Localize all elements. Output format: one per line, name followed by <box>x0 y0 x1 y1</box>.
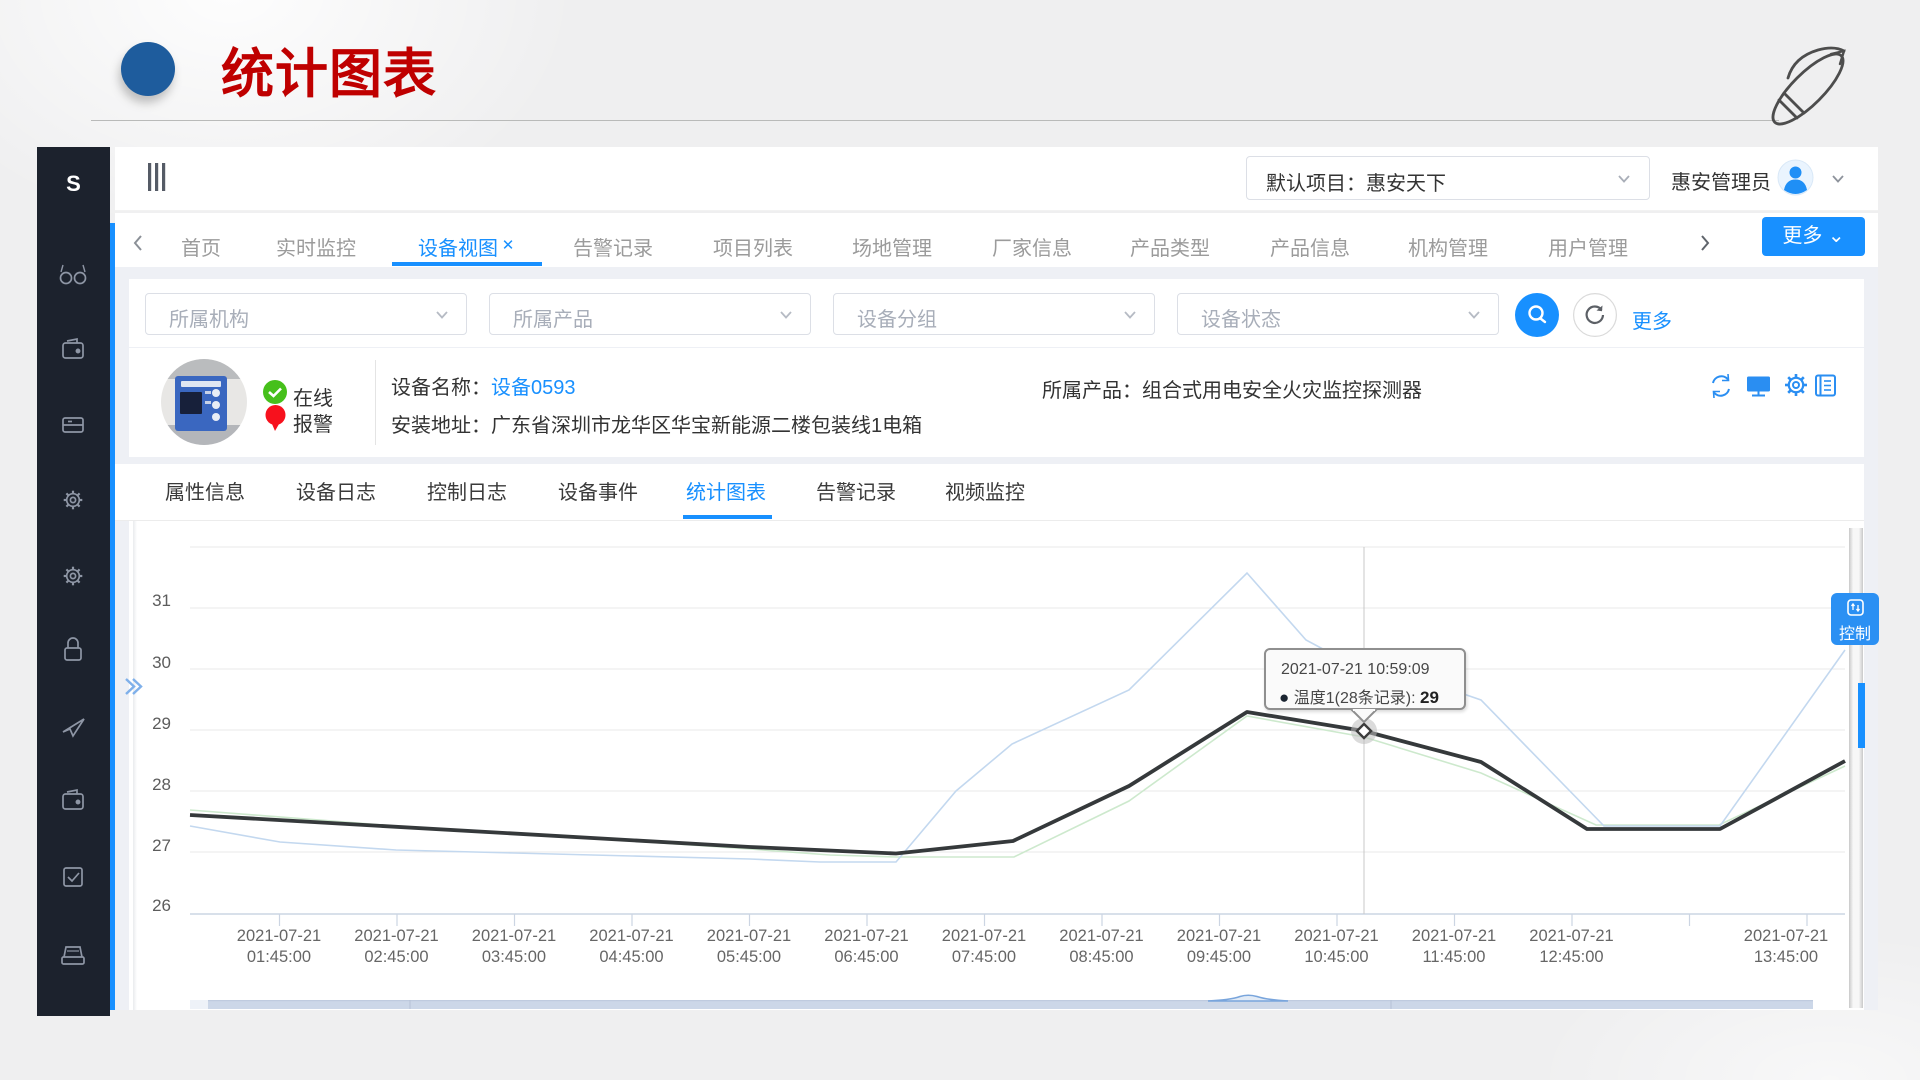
svg-text:2021-07-21: 2021-07-21 <box>1744 927 1828 945</box>
svg-text:28: 28 <box>152 775 171 794</box>
svg-text:2021-07-21: 2021-07-21 <box>589 927 673 945</box>
svg-text:09:45:00: 09:45:00 <box>1187 948 1251 966</box>
svg-text:04:45:00: 04:45:00 <box>599 948 663 966</box>
svg-text:08:45:00: 08:45:00 <box>1069 948 1133 966</box>
svg-text:05:45:00: 05:45:00 <box>717 948 781 966</box>
svg-text:2021-07-21: 2021-07-21 <box>1059 927 1143 945</box>
svg-text:01:45:00: 01:45:00 <box>247 948 311 966</box>
svg-text:12:45:00: 12:45:00 <box>1539 948 1603 966</box>
svg-text:2021-07-21: 2021-07-21 <box>942 927 1026 945</box>
svg-text:10:45:00: 10:45:00 <box>1304 948 1368 966</box>
svg-text:03:45:00: 03:45:00 <box>482 948 546 966</box>
svg-text:06:45:00: 06:45:00 <box>834 948 898 966</box>
svg-text:2021-07-21: 2021-07-21 <box>1177 927 1261 945</box>
svg-text:02:45:00: 02:45:00 <box>364 948 428 966</box>
svg-text:2021-07-21: 2021-07-21 <box>354 927 438 945</box>
svg-text:2021-07-21: 2021-07-21 <box>707 927 791 945</box>
svg-text:29: 29 <box>152 714 171 733</box>
svg-text:2021-07-21: 2021-07-21 <box>472 927 556 945</box>
svg-text:26: 26 <box>152 896 171 915</box>
svg-text:2021-07-21: 2021-07-21 <box>237 927 321 945</box>
svg-text:2021-07-21: 2021-07-21 <box>824 927 908 945</box>
svg-text:13:45:00: 13:45:00 <box>1754 948 1818 966</box>
svg-text:2021-07-21: 2021-07-21 <box>1412 927 1496 945</box>
svg-text:30: 30 <box>152 653 171 672</box>
svg-text:07:45:00: 07:45:00 <box>952 948 1016 966</box>
svg-text:2021-07-21: 2021-07-21 <box>1294 927 1378 945</box>
svg-text:2021-07-21: 2021-07-21 <box>1529 927 1613 945</box>
svg-text:11:45:00: 11:45:00 <box>1422 948 1485 966</box>
svg-text:27: 27 <box>152 836 171 855</box>
svg-text:31: 31 <box>152 591 171 610</box>
